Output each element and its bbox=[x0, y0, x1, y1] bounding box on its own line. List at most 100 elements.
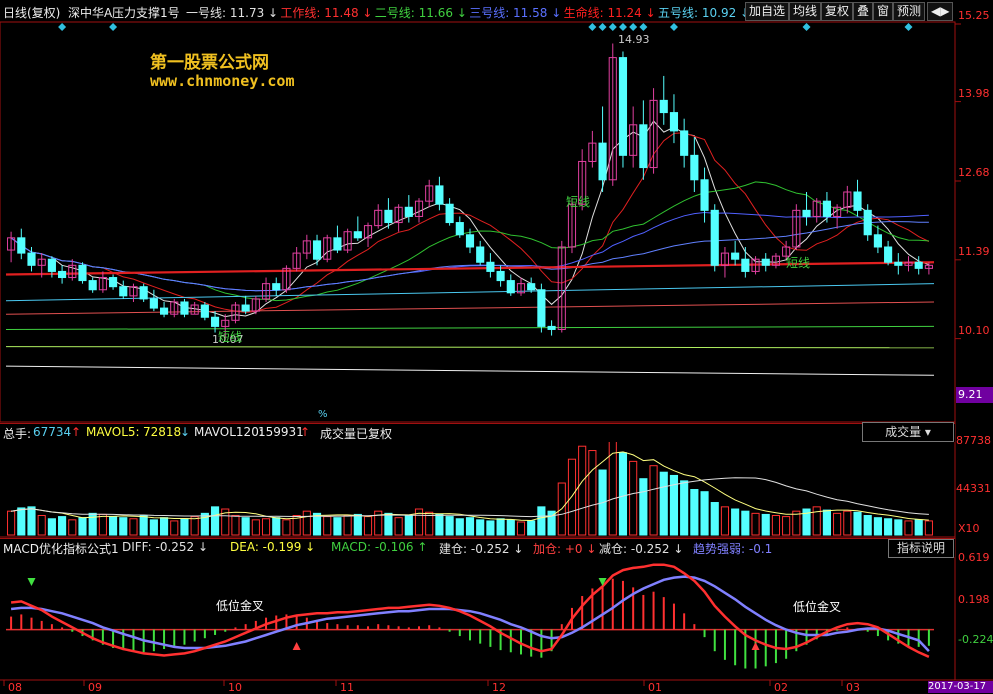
volume-bar bbox=[741, 510, 750, 536]
volume-bar bbox=[139, 515, 148, 536]
volume-tick: 44331 bbox=[956, 482, 991, 495]
price-tick-label: 12.68 bbox=[958, 166, 990, 179]
macd-tick: -0.224 bbox=[958, 633, 993, 646]
signal-diamond bbox=[669, 23, 678, 31]
short-line-label: 短线 bbox=[218, 330, 243, 344]
macd-item-4: 加仓: +0 ↓ bbox=[533, 542, 597, 556]
candle-body bbox=[853, 191, 862, 211]
macd-header: MACD优化指标公式1 DIFF: -0.252 ↓ DEA: -0.199 ↓ M… bbox=[0, 538, 955, 557]
volume-bar bbox=[659, 471, 668, 536]
volume-bar bbox=[567, 458, 577, 536]
mavol5-line bbox=[11, 451, 929, 522]
indicator-help-button[interactable]: 指标说明 bbox=[888, 539, 954, 558]
volume-bar bbox=[720, 506, 730, 536]
buy-arrow-icon bbox=[292, 642, 301, 650]
signal-diamond bbox=[608, 23, 617, 31]
volume-bar bbox=[180, 518, 189, 536]
candle-body bbox=[435, 185, 444, 205]
macd-tick: 0.198 bbox=[958, 593, 990, 606]
volume-panel bbox=[7, 439, 933, 536]
candle-body bbox=[639, 124, 648, 169]
short-line-label: 短线 bbox=[786, 256, 811, 270]
volume-bar bbox=[261, 518, 271, 536]
x-axis-label: 11 bbox=[340, 681, 354, 694]
watermark-url[interactable]: www.chnmoney.com bbox=[150, 72, 295, 90]
volume-bar bbox=[782, 516, 791, 536]
candle-body bbox=[159, 307, 169, 315]
candle-body bbox=[680, 130, 689, 156]
candle-body bbox=[863, 209, 872, 236]
volume-header: 总手: 67734 ↑ MAVOL5: 72818 ↓ MAVOL120: 15… bbox=[0, 423, 955, 442]
volume-selector-dropdown[interactable]: 成交量 ▾ bbox=[862, 422, 954, 442]
candle-body bbox=[353, 231, 362, 239]
volume-bar bbox=[506, 519, 515, 536]
volume-bar bbox=[455, 518, 464, 536]
volume-bar bbox=[272, 517, 281, 536]
volume-bar bbox=[333, 517, 342, 536]
golden-cross-label: 低位金叉 bbox=[216, 599, 265, 613]
candle-body bbox=[312, 240, 322, 260]
candle-body bbox=[669, 112, 679, 132]
candle-body bbox=[384, 209, 393, 224]
x-axis-label: 08 bbox=[8, 681, 22, 694]
x-axis-label: 03 bbox=[846, 681, 860, 694]
volume-bar bbox=[853, 511, 862, 536]
x-axis-label: 10 bbox=[228, 681, 242, 694]
volume-bar bbox=[37, 515, 46, 536]
volume-bar bbox=[241, 517, 250, 536]
candle-body bbox=[333, 237, 342, 251]
volume-bar bbox=[914, 519, 923, 536]
candle-body bbox=[241, 304, 250, 312]
volume-bar bbox=[465, 517, 475, 536]
candle-body bbox=[761, 258, 770, 266]
watermark-title: 第一股票公式网 bbox=[150, 53, 269, 73]
volume-bar bbox=[302, 510, 311, 536]
price-tick-label: 15.25 bbox=[958, 9, 990, 22]
candle-body bbox=[200, 304, 209, 318]
chevron-down-icon: ▾ bbox=[924, 425, 931, 439]
volume-bar bbox=[343, 515, 352, 536]
candle-body bbox=[476, 246, 485, 263]
volume-bar bbox=[190, 516, 199, 536]
mavol120-line bbox=[11, 477, 929, 518]
volume-bar bbox=[751, 512, 760, 536]
candle-body bbox=[884, 246, 893, 263]
x-axis-label: 02 bbox=[774, 681, 788, 694]
macd-item-1: DEA: -0.199 ↓ bbox=[230, 540, 316, 554]
candle-body bbox=[78, 264, 87, 282]
mavol120-value: 159931 bbox=[258, 425, 304, 439]
macd-item-3: 建仓: -0.252 ↓ bbox=[439, 542, 524, 556]
macd-item-0: DIFF: -0.252 ↓ bbox=[122, 540, 209, 554]
candle-body bbox=[802, 209, 811, 217]
macd-name: MACD优化指标公式1 bbox=[3, 542, 119, 556]
signal-diamond bbox=[109, 23, 118, 31]
mid-marker: % bbox=[318, 409, 328, 420]
candle-body bbox=[496, 270, 505, 282]
x-axis-label: 01 bbox=[648, 681, 662, 694]
volume-bar bbox=[435, 513, 444, 536]
volume-bar bbox=[282, 519, 291, 536]
current-price-tag: 9.21 bbox=[956, 387, 993, 403]
candle-body bbox=[17, 237, 26, 254]
stock-chart[interactable] bbox=[0, 0, 993, 693]
candle-body bbox=[506, 280, 515, 294]
support-line-5 bbox=[5, 365, 935, 376]
price-tick-label: 11.39 bbox=[958, 244, 990, 258]
volume-bar bbox=[149, 519, 158, 536]
signal-diamond bbox=[618, 23, 627, 31]
golden-cross-label: 低位金叉 bbox=[793, 600, 842, 614]
price-panel bbox=[5, 23, 935, 376]
support-line-2 bbox=[5, 301, 935, 315]
volume-bar bbox=[231, 515, 240, 536]
candle-body bbox=[88, 280, 97, 291]
volume-bar bbox=[608, 439, 617, 536]
volume-note: 成交量已复权 bbox=[320, 427, 393, 441]
candle-body bbox=[914, 261, 923, 269]
candle-body bbox=[486, 261, 495, 272]
volume-bar bbox=[496, 518, 505, 536]
signal-diamond bbox=[802, 23, 811, 31]
candle-body bbox=[272, 283, 281, 291]
volume-tick: 87738 bbox=[956, 434, 991, 447]
short-line-label: 短线 bbox=[566, 195, 591, 209]
volume-bar bbox=[476, 519, 485, 536]
